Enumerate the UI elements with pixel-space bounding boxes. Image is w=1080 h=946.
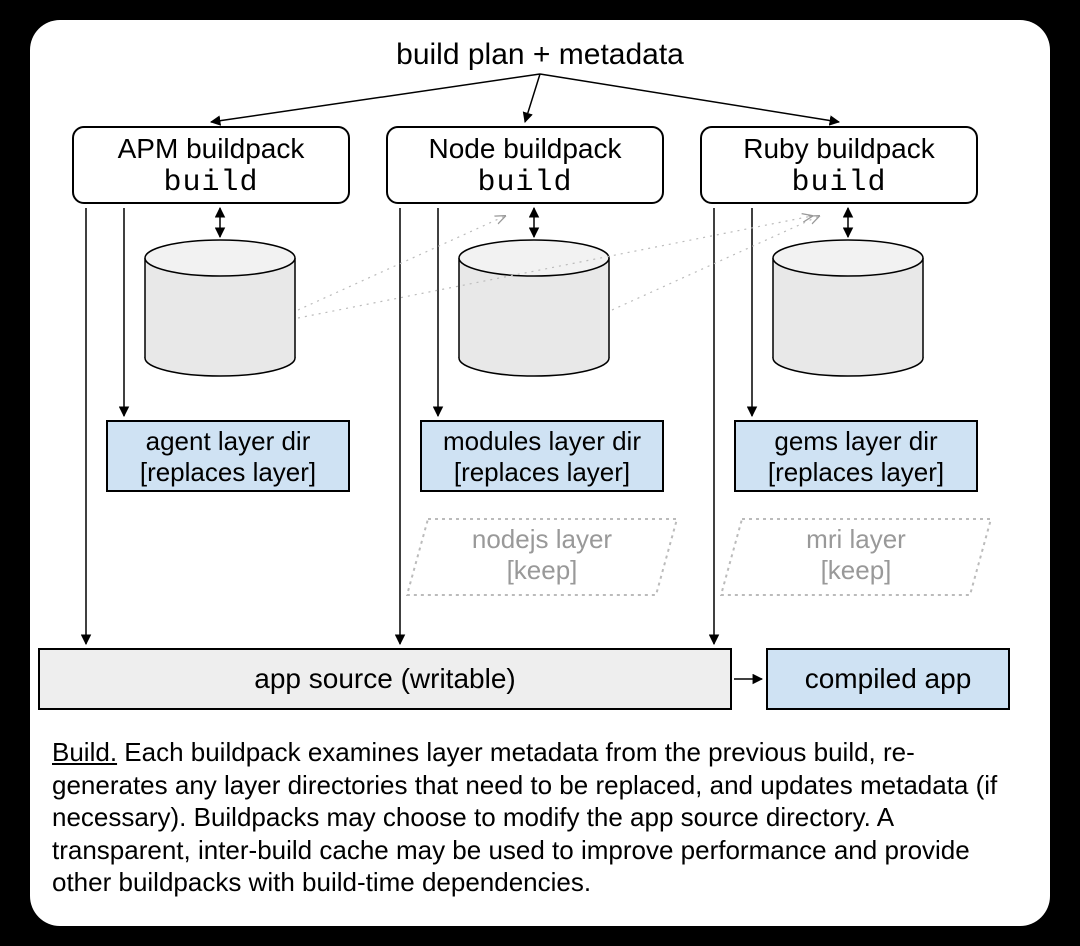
diagram-caption: Build. Each buildpack examines layer met…	[52, 736, 1028, 899]
layer-dir-agent: agent layer dir [replaces layer]	[106, 420, 350, 492]
buildpack-ruby: Ruby buildpack build	[700, 126, 978, 204]
buildpack-apm: APM buildpack build	[72, 126, 350, 204]
layer-dir-agent-line2: [replaces layer]	[108, 457, 348, 488]
keep-layer-mri-line2: [keep]	[720, 555, 992, 586]
diagram-canvas: build plan + metadata APM buildpack buil…	[30, 20, 1050, 926]
cache-node-line1: Node	[464, 288, 604, 319]
diagram-title: build plan + metadata	[340, 38, 740, 72]
cache-ruby: Ruby cache	[778, 288, 918, 350]
layer-dir-modules-line2: [replaces layer]	[422, 457, 662, 488]
buildpack-node-name: Node buildpack	[388, 128, 662, 166]
cache-ruby-line1: Ruby	[778, 288, 918, 319]
caption-lead: Build.	[52, 737, 117, 767]
app-source: app source (writable)	[38, 648, 732, 710]
keep-layer-mri-line1: mri layer	[720, 524, 992, 555]
layer-dir-gems: gems layer dir [replaces layer]	[734, 420, 978, 492]
caption-body: Each buildpack examines layer metadata f…	[52, 737, 997, 897]
cache-node: Node cache	[464, 288, 604, 350]
keep-layer-nodejs-line1: nodejs layer	[406, 524, 678, 555]
layer-dir-agent-line1: agent layer dir	[108, 426, 348, 457]
layer-dir-gems-line2: [replaces layer]	[736, 457, 976, 488]
layer-dir-gems-line1: gems layer dir	[736, 426, 976, 457]
cache-ruby-line2: cache	[778, 319, 918, 350]
buildpack-ruby-name: Ruby buildpack	[702, 128, 976, 166]
layer-dir-modules-line1: modules layer dir	[422, 426, 662, 457]
cache-apm-line1: APM	[150, 288, 290, 319]
buildpack-node: Node buildpack build	[386, 126, 664, 204]
cache-apm: APM cache	[150, 288, 290, 350]
keep-layer-nodejs: nodejs layer [keep]	[406, 518, 678, 596]
keep-layer-nodejs-line2: [keep]	[406, 555, 678, 586]
cache-apm-line2: cache	[150, 319, 290, 350]
buildpack-node-build: build	[388, 166, 662, 200]
keep-layer-mri: mri layer [keep]	[720, 518, 992, 596]
cache-node-line2: cache	[464, 319, 604, 350]
buildpack-apm-name: APM buildpack	[74, 128, 348, 166]
buildpack-ruby-build: build	[702, 166, 976, 200]
buildpack-apm-build: build	[74, 166, 348, 200]
compiled-app: compiled app	[766, 648, 1010, 710]
layer-dir-modules: modules layer dir [replaces layer]	[420, 420, 664, 492]
